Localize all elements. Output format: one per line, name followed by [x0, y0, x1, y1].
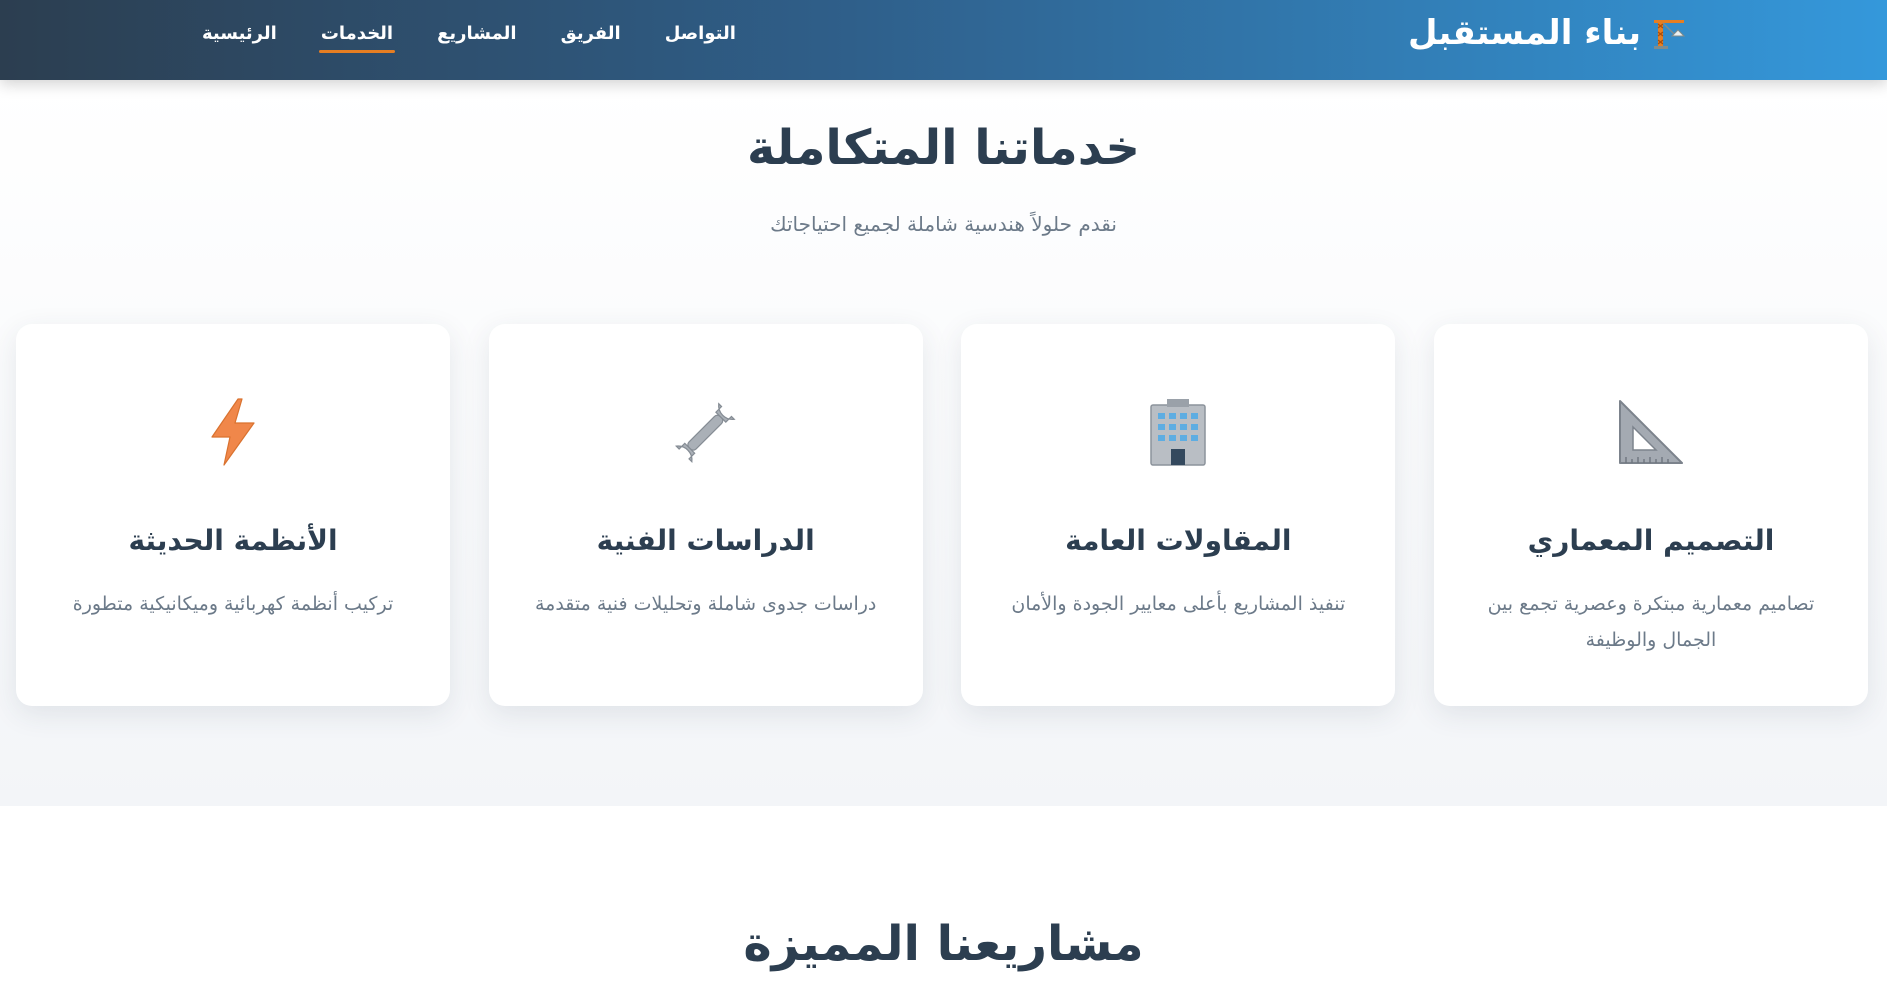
services-title: خدماتنا المتكاملة	[746, 120, 1141, 176]
office-building-icon	[1142, 396, 1214, 468]
projects-title: مشاريعنا المميزة	[743, 916, 1144, 972]
service-card-technical-studies[interactable]: الدراسات الفنية دراسات جدوى شاملة وتحليل…	[488, 324, 923, 706]
service-card-title: الدراسات الفنية	[596, 524, 815, 557]
brand-logo[interactable]: بناء المستقبل	[1408, 0, 1687, 66]
service-card-architectural-design[interactable]: التصميم المعماري تصاميم معمارية مبتكرة و…	[1433, 324, 1868, 706]
service-card-general-contracting[interactable]: المقاولات العامة تنفيذ المشاريع بأعلى مع…	[961, 324, 1396, 706]
main-nav: الرئيسية الخدمات المشاريع الفريق التواصل	[200, 0, 738, 66]
page: الرئيسية الخدمات المشاريع الفريق التواصل…	[0, 0, 1887, 1000]
wrench-icon	[670, 396, 742, 468]
triangular-ruler-icon	[1615, 396, 1687, 468]
service-card-title: الأنظمة الحديثة	[128, 524, 338, 557]
nav-link-contact[interactable]: التواصل	[663, 19, 738, 48]
services-cards: التصميم المعماري تصاميم معمارية مبتكرة و…	[16, 324, 1868, 706]
nav-link-home[interactable]: الرئيسية	[200, 19, 279, 48]
service-card-title: المقاولات العامة	[1065, 524, 1292, 557]
service-card-modern-systems[interactable]: الأنظمة الحديثة تركيب أنظمة كهربائية ومي…	[16, 324, 450, 706]
brand-name: بناء المستقبل	[1407, 13, 1641, 53]
site-header: الرئيسية الخدمات المشاريع الفريق التواصل…	[0, 0, 1887, 80]
service-card-title: التصميم المعماري	[1527, 524, 1775, 557]
nav-link-projects[interactable]: المشاريع	[435, 19, 519, 48]
nav-link-services[interactable]: الخدمات	[318, 19, 396, 53]
projects-section: مشاريعنا المميزة	[0, 806, 1887, 1000]
service-card-description: تركيب أنظمة كهربائية وميكانيكية متطورة	[72, 593, 394, 615]
service-card-description: تصاميم معمارية مبتكرة وعصرية تجمع بين ال…	[1487, 593, 1815, 651]
nav-link-team[interactable]: الفريق	[559, 19, 623, 48]
service-card-description: دراسات جدوى شاملة وتحليلات فنية متقدمة	[534, 593, 877, 615]
lightning-icon	[197, 396, 269, 468]
service-card-description: تنفيذ المشاريع بأعلى معايير الجودة والأم…	[1011, 593, 1346, 615]
services-section: خدماتنا المتكاملة نقدم حلولاً هندسية شام…	[0, 80, 1887, 806]
crane-icon	[1651, 15, 1687, 51]
services-subtitle: نقدم حلولاً هندسية شاملة لجميع احتياجاتك	[770, 212, 1117, 236]
